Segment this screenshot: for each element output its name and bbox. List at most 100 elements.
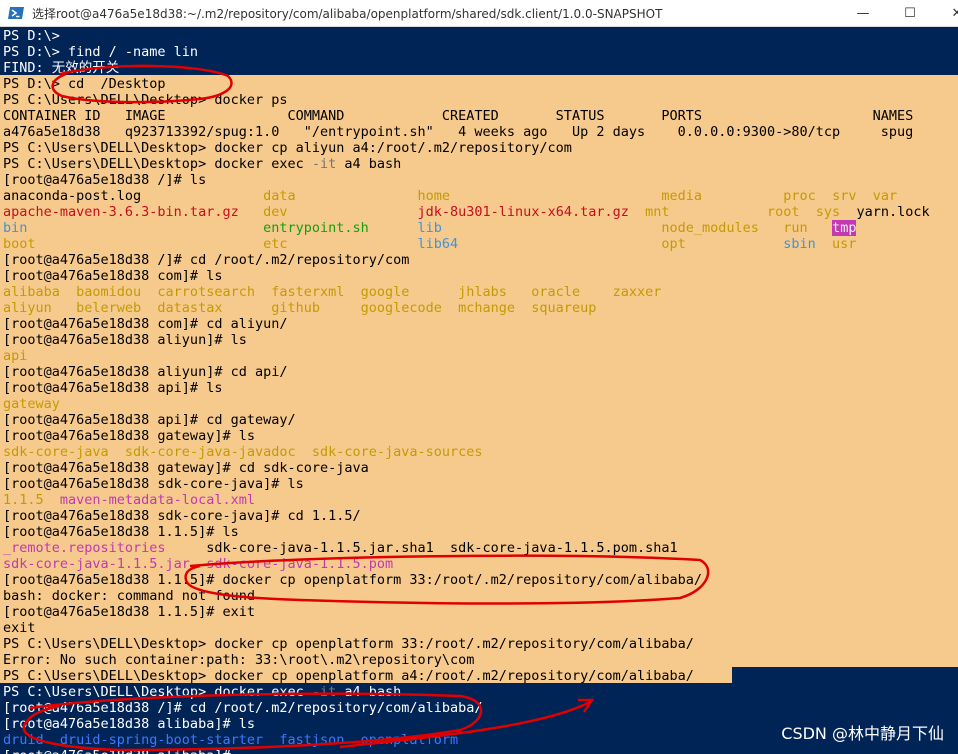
terminal-text: gateway [3, 396, 60, 412]
terminal-line: [root@a476a5e18d38 sdk-core-java]# ls [3, 476, 304, 492]
terminal-text: usr [815, 236, 857, 252]
terminal-line: [root@a476a5e18d38 api]# cd gateway/ [3, 412, 296, 428]
terminal-line: _remote.repositories sdk-core-java-1.1.5… [3, 540, 678, 556]
terminal-line: sdk-core-java-1.1.5.jar sdk-core-java-1.… [3, 556, 393, 572]
terminal-line: gateway [3, 396, 60, 412]
terminal-text: [root@a476a5e18d38 gateway]# cd sdk-core… [3, 460, 369, 476]
terminal-line: apache-maven-3.6.3-bin.tar.gz dev jdk-8u… [3, 204, 930, 220]
terminal-line: PS C:\Users\DELL\Desktop> docker exec -i… [3, 156, 401, 172]
terminal-text: data [141, 188, 296, 204]
terminal-text: [root@a476a5e18d38 aliyun]# cd api/ [3, 364, 288, 380]
terminal-text: [root@a476a5e18d38 /]# ls [3, 172, 207, 188]
terminal-line: Error: No such container:path: 33:\root\… [3, 652, 474, 668]
terminal-line: exit [3, 620, 36, 636]
terminal-text: -it [311, 684, 337, 700]
terminal-line: [root@a476a5e18d38 sdk-core-java]# cd 1.… [3, 508, 361, 524]
terminal-text: sdk-core-java-1.1.5.jar.sha1 sdk-core-ja… [165, 540, 678, 556]
terminal-text: PS C:\Users\DELL\Desktop> docker cp open… [3, 668, 694, 684]
terminal-line: [root@a476a5e18d38 gateway]# cd sdk-core… [3, 460, 369, 476]
terminal-text: [root@a476a5e18d38 api]# ls [3, 380, 223, 396]
terminal-text: PS C:\Users\DELL\Desktop> docker exec [3, 684, 312, 700]
terminal-text: dev [238, 204, 288, 220]
terminal-line: a476a5e18d38 q923713392/spug:1.0 "/entry… [3, 124, 913, 140]
terminal-line: PS C:\Users\DELL\Desktop> docker exec -i… [3, 684, 401, 700]
terminal-text: -it [311, 156, 337, 172]
minimize-button[interactable]: — [840, 0, 886, 27]
terminal-text: tmp [832, 220, 857, 236]
terminal-line: PS C:\Users\DELL\Desktop> docker cp open… [3, 668, 694, 684]
terminal-text: sys [799, 204, 841, 220]
terminal-text: alibaba baomidou carrotsearch fasterxml … [3, 284, 662, 300]
terminal-text: node_modules [441, 220, 759, 236]
terminal-line: [root@a476a5e18d38 api]# ls [3, 380, 222, 396]
close-button[interactable]: ✕ [934, 0, 958, 27]
terminal-line: boot etc lib64 opt sbin usr [3, 236, 856, 252]
terminal-line: PS D:\> [3, 28, 60, 44]
terminal-line: [root@a476a5e18d38 /]# cd /root/.m2/repo… [3, 700, 483, 716]
terminal-text: exit [3, 620, 36, 636]
terminal-text: bin [3, 220, 28, 236]
terminal-text: a4 bash [336, 684, 402, 700]
terminal-text: PS C:\Users\DELL\Desktop> docker ps [3, 92, 288, 108]
terminal-line: [root@a476a5e18d38 1.1.5]# docker cp ope… [3, 572, 702, 588]
terminal-text: PS D:\> find / -name lin [3, 44, 199, 60]
terminal-text: [root@a476a5e18d38 gateway]# ls [3, 428, 255, 444]
terminal-line: 1.1.5 maven-metadata-local.xml [3, 492, 255, 508]
terminal-text: sdk-core-java sdk-core-java-javadoc sdk-… [3, 444, 483, 460]
terminal-text: run [758, 220, 808, 236]
terminal-line: [root@a476a5e18d38 gateway]# ls [3, 428, 255, 444]
terminal-text: srv [815, 188, 857, 204]
window-title: 选择root@a476a5e18d38:~/.m2/repository/com… [32, 7, 663, 21]
powershell-icon [8, 7, 24, 19]
terminal-text: api [3, 348, 28, 364]
terminal-line: PS D:\> find / -name lin [3, 44, 198, 60]
terminal-line: [root@a476a5e18d38 aliyun]# ls [3, 332, 247, 348]
terminal-text: druid druid-spring-boot-starter fastjson… [3, 732, 459, 748]
terminal-text: [root@a476a5e18d38 1.1.5]# exit [3, 604, 255, 620]
terminal-text: PS D:\> [3, 28, 60, 44]
terminal-text: root [669, 204, 800, 220]
terminal-text: sbin [685, 236, 816, 252]
terminal-console[interactable]: PS D:\> PS D:\> find / -name lin FIND: 无效的… [0, 27, 958, 754]
terminal-text: proc [702, 188, 816, 204]
terminal-text: [root@a476a5e18d38 api]# cd gateway/ [3, 412, 296, 428]
terminal-text: boot [3, 236, 36, 252]
terminal-text: lib64 [287, 236, 459, 252]
terminal-line: [root@a476a5e18d38 1.1.5]# exit [3, 604, 255, 620]
terminal-text: maven-metadata-local.xml [43, 492, 255, 508]
terminal-text: _remote.repositories [3, 540, 166, 556]
title-bar: 选择root@a476a5e18d38:~/.m2/repository/com… [0, 0, 958, 27]
terminal-text: PS C:\Users\DELL\Desktop> docker cp aliy… [3, 140, 572, 156]
terminal-text: a4 bash [336, 156, 402, 172]
terminal-line: sdk-core-java sdk-core-java-javadoc sdk-… [3, 444, 483, 460]
terminal-text: CONTAINER ID IMAGE COMMAND CREATED STATU… [3, 108, 914, 124]
terminal-line: [root@a476a5e18d38 com]# cd aliyun/ [3, 316, 287, 332]
terminal-line: [root@a476a5e18d38 /]# cd /root/.m2/repo… [3, 252, 409, 268]
terminal-line: FIND: 无效的开关 [3, 60, 119, 76]
terminal-text: [root@a476a5e18d38 sdk-core-java]# ls [3, 476, 304, 492]
terminal-text: lib [368, 220, 442, 236]
terminal-line: druid druid-spring-boot-starter fastjson… [3, 732, 458, 748]
terminal-text: Error: No such container:path: 33:\root\… [3, 652, 475, 668]
terminal-text: etc [35, 236, 288, 252]
terminal-text: [root@a476a5e18d38 alibaba]# [3, 748, 239, 754]
terminal-line: bash: docker: command not found [3, 588, 255, 604]
terminal-text: bash: docker: command not found [3, 588, 255, 604]
terminal-text: aliyun belerweb datastax github googleco… [3, 300, 597, 316]
terminal-line: api [3, 348, 27, 364]
terminal-line: [root@a476a5e18d38 1.1.5]# ls [3, 524, 239, 540]
terminal-line: CONTAINER ID IMAGE COMMAND CREATED STATU… [3, 108, 913, 124]
terminal-text: mnt [628, 204, 670, 220]
terminal-line: [root@a476a5e18d38 com]# ls [3, 268, 222, 284]
terminal-text: opt [458, 236, 686, 252]
terminal-text: jdk-8u301-linux-x64.tar.gz [287, 204, 629, 220]
maximize-button[interactable]: ☐ [887, 0, 933, 27]
terminal-line: PS C:\Users\DELL\Desktop> docker cp open… [3, 636, 694, 652]
terminal-text: FIND: 无效的开关 [3, 60, 120, 76]
terminal-line: [root@a476a5e18d38 alibaba]# ls [3, 716, 255, 732]
terminal-text: [root@a476a5e18d38 /]# cd /root/.m2/repo… [3, 252, 410, 268]
terminal-text: media [450, 188, 703, 204]
terminal-text: [root@a476a5e18d38 alibaba]# ls [3, 716, 255, 732]
terminal-line: bin entrypoint.sh lib node_modules run t… [3, 220, 857, 236]
